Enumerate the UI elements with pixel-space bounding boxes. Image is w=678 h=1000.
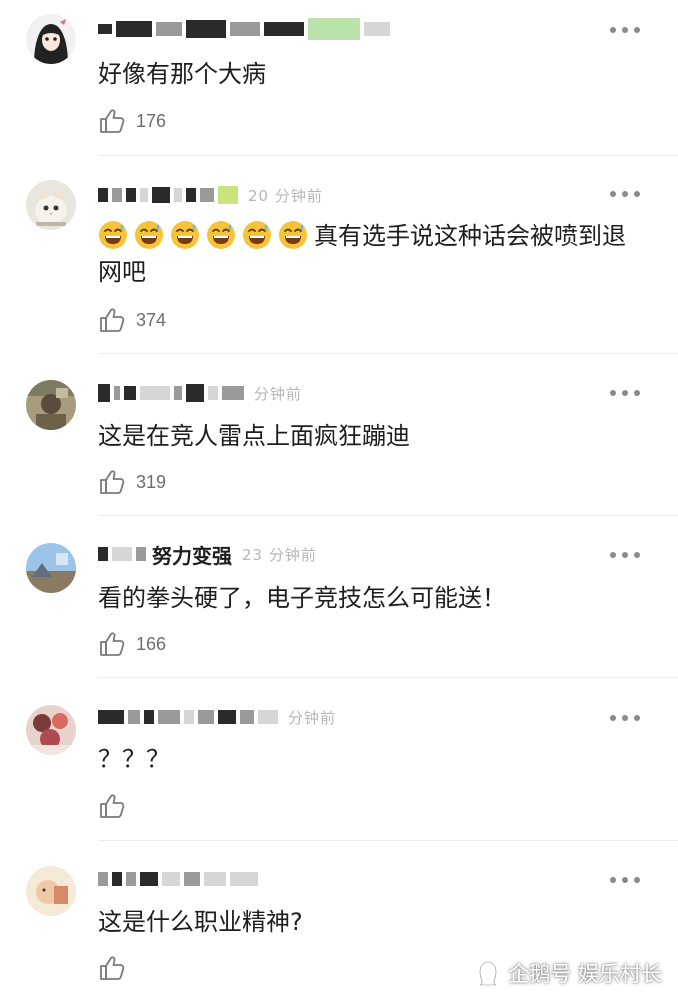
more-options-icon[interactable] xyxy=(610,387,640,399)
thumbs-up-icon xyxy=(98,954,126,982)
username-fragment: 努力变强 xyxy=(152,543,232,568)
grinning-sweat-emoji xyxy=(134,220,164,250)
comment-time: 分钟前 xyxy=(288,708,337,727)
comment-text: 看的拳头硬了，电子竞技怎么可能送！ xyxy=(98,584,506,612)
more-options-icon[interactable] xyxy=(610,874,640,886)
thumbs-up-icon xyxy=(98,306,126,334)
like-button[interactable]: 374 xyxy=(98,305,166,335)
comment-time: 23 分钟前 xyxy=(242,545,317,564)
comment-time: 20 分钟前 xyxy=(248,186,323,205)
grinning-sweat-emoji xyxy=(242,220,272,250)
more-options-icon[interactable] xyxy=(610,24,640,36)
username-redacted[interactable]: 20 分钟前 xyxy=(98,182,323,208)
comment-text: 这是什么职业精神? xyxy=(98,908,303,936)
username-redacted[interactable]: 努力变强 23 分钟前 xyxy=(98,541,317,568)
comment-time: 分钟前 xyxy=(254,384,303,403)
cat-avatar[interactable] xyxy=(26,180,76,230)
thumbs-up-icon xyxy=(98,468,126,496)
divider xyxy=(98,353,678,354)
divider xyxy=(98,677,678,678)
flowers-avatar[interactable] xyxy=(26,705,76,755)
username-redacted[interactable]: 分钟前 xyxy=(98,704,336,730)
cartoon-avatar[interactable] xyxy=(26,866,76,916)
comment-text: ？？？ xyxy=(98,745,170,773)
more-options-icon[interactable] xyxy=(610,549,640,561)
username-redacted[interactable]: 分钟前 xyxy=(98,380,302,406)
like-button[interactable]: 319 xyxy=(98,467,166,497)
like-count: 374 xyxy=(136,309,167,330)
thumbs-up-icon xyxy=(98,630,126,658)
username-redacted[interactable] xyxy=(98,866,258,892)
watermark: 企鹅号 娱乐村长 xyxy=(474,958,662,988)
comment-text: 好像有那个大病 xyxy=(98,60,266,88)
like-count: 319 xyxy=(136,471,167,492)
watermark-text: 企鹅号 娱乐村长 xyxy=(508,962,662,986)
grinning-sweat-emoji xyxy=(278,220,308,250)
thumbs-up-icon xyxy=(98,792,126,820)
grinning-sweat-emoji xyxy=(206,220,236,250)
anime-girl-avatar[interactable] xyxy=(26,14,76,64)
landscape-avatar[interactable] xyxy=(26,543,76,593)
comment-text: 这是在竞人雷点上面疯狂蹦迪 xyxy=(98,422,410,450)
grinning-sweat-emoji xyxy=(170,220,200,250)
thumbs-up-icon xyxy=(98,107,126,135)
comment-text: 真有选手说这种话会被喷到退网吧 xyxy=(98,218,648,290)
like-button[interactable]: 166 xyxy=(98,629,166,659)
like-count: 166 xyxy=(136,633,167,654)
penguin-icon xyxy=(479,960,498,986)
grinning-sweat-emoji xyxy=(98,220,128,250)
divider xyxy=(98,515,678,516)
like-button[interactable]: 176 xyxy=(98,106,166,136)
more-options-icon[interactable] xyxy=(610,188,640,200)
more-options-icon[interactable] xyxy=(610,712,640,724)
like-count: 176 xyxy=(136,110,167,131)
person-avatar[interactable] xyxy=(26,380,76,430)
divider xyxy=(98,840,678,841)
username-redacted[interactable] xyxy=(98,16,390,42)
divider xyxy=(98,155,678,156)
like-button[interactable] xyxy=(98,791,126,821)
like-button[interactable] xyxy=(98,953,126,983)
